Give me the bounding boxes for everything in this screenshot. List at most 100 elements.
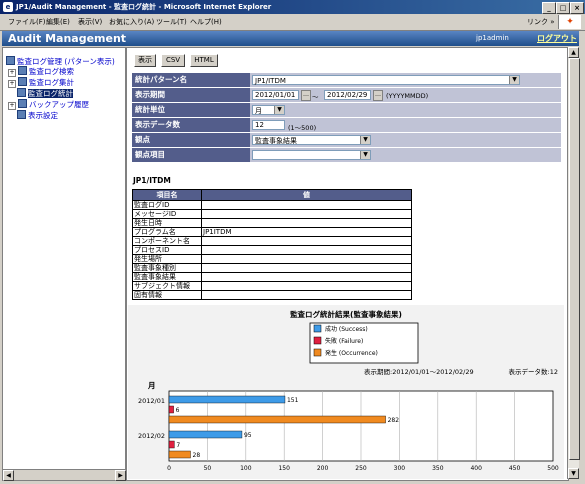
- ie-icon: e: [3, 2, 13, 12]
- scroll-up-icon[interactable]: ▲: [568, 47, 579, 58]
- count-input[interactable]: 12: [252, 120, 285, 130]
- expand-icon[interactable]: +: [8, 80, 16, 88]
- content-vertical-scrollbar[interactable]: ▲ ▼: [567, 47, 580, 479]
- legend-swatch-2: [313, 348, 322, 357]
- scroll-left-icon[interactable]: ◀: [3, 470, 14, 481]
- legend-label-2: 発生 (Occurrence): [325, 349, 378, 357]
- calendar-to-icon[interactable]: …: [373, 90, 383, 101]
- table-row: 固有情報: [132, 290, 412, 300]
- item-value-cell: [201, 272, 412, 282]
- unit-value: 月: [255, 107, 262, 115]
- chevron-down-icon[interactable]: ▼: [274, 106, 284, 114]
- table-row: 監査事象結果: [132, 272, 412, 282]
- item-value-cell: [201, 254, 412, 264]
- x-tick-label-8: 400: [470, 465, 482, 472]
- tree-item-display-settings[interactable]: 表示設定: [17, 110, 58, 121]
- pattern-value: JP1/ITDM: [255, 77, 286, 85]
- x-tick-label-10: 500: [547, 465, 559, 472]
- item-name-cell: メッセージID: [132, 209, 202, 219]
- unit-select[interactable]: 月 ▼: [252, 105, 285, 115]
- viewpoint-label: 観点: [132, 133, 250, 147]
- navigation-tree-panel: 監査ログ管理 (パターン表示) + 監査ログ検索 + 監査ログ集計 監査ログ統計 +…: [2, 47, 126, 471]
- period-from-input[interactable]: 2012/01/01: [252, 90, 299, 100]
- maximize-button[interactable]: □: [556, 2, 570, 14]
- item-value-cell: JP1ITDM: [201, 227, 412, 237]
- item-value-cell: [201, 218, 412, 228]
- page-icon: [17, 110, 26, 119]
- table-row: 監査ログID: [132, 200, 412, 210]
- chevron-down-icon[interactable]: ▼: [360, 136, 370, 144]
- count-label: 表示データ数: [132, 118, 250, 132]
- item-value-cell: [201, 200, 412, 210]
- scroll-right-icon[interactable]: ▶: [115, 470, 126, 481]
- chart-ylabel: 月: [147, 381, 156, 390]
- item-value-cell: [201, 263, 412, 273]
- tree-item-log-statistics[interactable]: 監査ログ統計: [17, 88, 73, 99]
- viewpoint-select[interactable]: 監査事象結果 ▼: [252, 135, 371, 145]
- table-row: 監査事象種別: [132, 263, 412, 273]
- period-separator: 〜: [312, 93, 319, 101]
- page-icon: [18, 66, 27, 75]
- chevron-down-icon[interactable]: ▼: [360, 151, 370, 159]
- tree-item-log-aggregation[interactable]: + 監査ログ集計: [8, 77, 74, 88]
- viewpoint-item-select[interactable]: ▼: [252, 150, 371, 160]
- table-row: コンポーネント名: [132, 236, 412, 246]
- minimize-button[interactable]: _: [542, 2, 556, 14]
- page-icon: [18, 99, 27, 108]
- item-value-cell: [201, 209, 412, 219]
- scroll-thumb[interactable]: [569, 58, 580, 460]
- page-icon: [18, 77, 27, 86]
- chevron-down-icon[interactable]: ▼: [509, 76, 519, 84]
- legend-label-1: 失敗 (Failure): [325, 337, 363, 345]
- item-value-cell: [201, 290, 412, 300]
- close-button[interactable]: ×: [570, 2, 584, 14]
- column-header-value: 値: [201, 189, 412, 201]
- html-button[interactable]: HTML: [190, 54, 218, 67]
- count-hint: (1〜500): [288, 124, 317, 132]
- left-horizontal-scrollbar[interactable]: ◀ ▶: [2, 469, 127, 481]
- x-tick-label-1: 50: [204, 465, 212, 472]
- user-name: jp1admin: [476, 34, 509, 42]
- tree-root-label: 監査ログ管理 (パターン表示): [17, 57, 115, 66]
- menu-help[interactable]: ヘルプ(H): [190, 17, 222, 27]
- chart-count-text: 表示データ数:12: [509, 367, 558, 376]
- x-tick-label-5: 250: [355, 465, 367, 472]
- menu-file[interactable]: ファイル(F): [8, 17, 46, 27]
- viewpoint-value: 監査事象結果: [255, 137, 297, 145]
- csv-button[interactable]: CSV: [161, 54, 185, 67]
- calendar-from-icon[interactable]: …: [301, 90, 311, 101]
- bar-value-label-0-1: 6: [176, 407, 180, 414]
- menu-view[interactable]: 表示(V): [78, 17, 102, 27]
- menu-tools[interactable]: ツール(T): [156, 17, 187, 27]
- item-name-cell: プロセスID: [132, 245, 202, 255]
- links-menu[interactable]: リンク »: [527, 17, 555, 27]
- folder-icon: [6, 56, 15, 65]
- tree-item-log-search[interactable]: + 監査ログ検索: [8, 66, 74, 77]
- windows-logo-icon: ✦: [558, 15, 581, 29]
- x-tick-label-6: 300: [394, 465, 406, 472]
- window-title: JP1/Audit Management - 監査ログ統計 - Microsof…: [16, 3, 272, 11]
- scroll-down-icon[interactable]: ▼: [568, 468, 579, 479]
- menu-favorites[interactable]: お気に入り(A): [109, 17, 154, 27]
- expand-icon[interactable]: +: [8, 102, 16, 110]
- item-value-cell: [201, 245, 412, 255]
- period-hint: (YYYYMMDD): [386, 92, 429, 100]
- tree-item-label: 表示設定: [28, 111, 58, 120]
- item-value-cell: [201, 236, 412, 246]
- pattern-label: 統計パターン名: [132, 73, 250, 87]
- tree-item-backup-history[interactable]: + バックアップ履歴: [8, 99, 89, 110]
- display-button[interactable]: 表示: [134, 54, 156, 67]
- expand-icon[interactable]: +: [8, 69, 16, 77]
- bar-0-0: [168, 395, 286, 404]
- item-name-cell: 発生日時: [132, 218, 202, 228]
- pattern-select[interactable]: JP1/ITDM ▼: [252, 75, 520, 85]
- menu-edit[interactable]: 編集(E): [46, 17, 70, 27]
- item-name-cell: 監査事象種別: [132, 263, 202, 273]
- y-category-label-1: 2012/02: [138, 432, 165, 440]
- bar-value-label-1-0: 95: [244, 432, 252, 439]
- period-to-input[interactable]: 2012/02/29: [324, 90, 371, 100]
- legend-swatch-1: [313, 336, 322, 345]
- logout-link[interactable]: ログアウト: [537, 33, 577, 44]
- table-row: 発生場所: [132, 254, 412, 264]
- chart-title: 監査ログ統計結果(監査事象結果): [290, 309, 402, 319]
